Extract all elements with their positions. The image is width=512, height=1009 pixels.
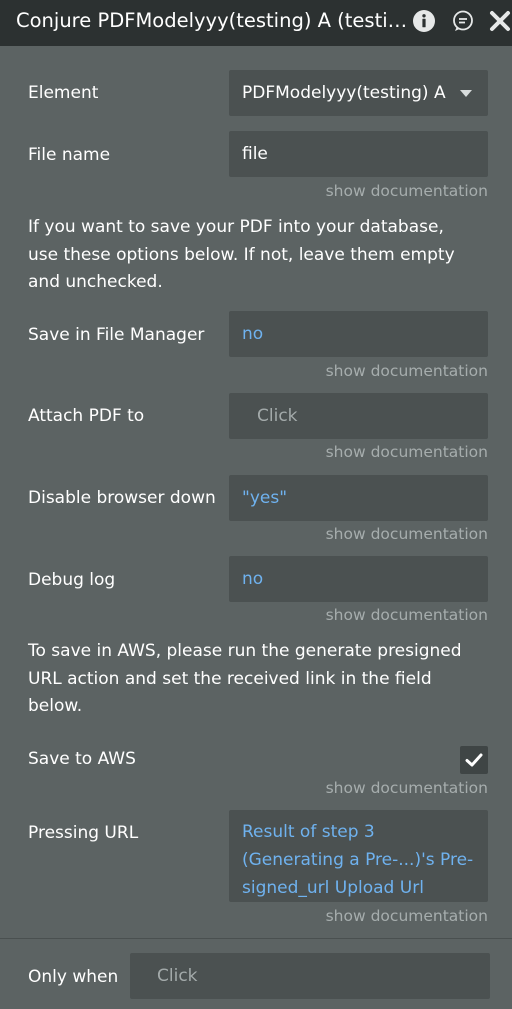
attach-pdf-to-label: Attach PDF to (28, 406, 145, 426)
panel-title: Conjure PDFModelyyy(testing) A (testing) (16, 9, 408, 32)
save-in-file-manager-value: no (242, 324, 264, 344)
element-dropdown-value: PDFModelyyy(testing) A (242, 83, 446, 103)
disable-browser-down-value: "yes" (242, 488, 288, 508)
save-in-file-manager-input[interactable]: no (229, 311, 488, 357)
save-in-file-manager-show-documentation[interactable]: show documentation (326, 361, 488, 381)
attach-pdf-to-show-documentation[interactable]: show documentation (326, 442, 488, 462)
debug-log-input[interactable]: no (229, 556, 488, 602)
pressing-url-label: Pressing URL (28, 823, 139, 843)
debug-log-label: Debug log (28, 570, 116, 590)
info-icon[interactable] (412, 9, 436, 33)
file-name-input[interactable]: file (229, 131, 488, 177)
pressing-url-show-documentation[interactable]: show documentation (326, 906, 488, 926)
comment-icon[interactable] (451, 9, 475, 33)
debug-log-value: no (242, 569, 264, 589)
disable-browser-down-label: Disable browser down (28, 488, 216, 508)
save-to-aws-show-documentation[interactable]: show documentation (326, 778, 488, 798)
element-dropdown[interactable]: PDFModelyyy(testing) A (229, 70, 488, 116)
save-to-aws-label: Save to AWS (28, 749, 136, 769)
title-bar: Conjure PDFModelyyy(testing) A (testing) (0, 0, 512, 46)
attach-pdf-to-input[interactable]: Click (229, 393, 488, 439)
pressing-url-value: Result of step 3 (Generating a Pre-...)'… (242, 822, 474, 898)
file-name-value: file (242, 144, 268, 164)
debug-log-show-documentation[interactable]: show documentation (326, 605, 488, 625)
file-name-label: File name (28, 145, 111, 165)
element-label: Element (28, 83, 99, 103)
only-when-input[interactable]: Click (130, 953, 490, 999)
only-when-placeholder: Click (157, 966, 198, 986)
file-name-show-documentation[interactable]: show documentation (326, 181, 488, 201)
attach-pdf-to-placeholder: Click (257, 406, 298, 426)
pressing-url-input[interactable]: Result of step 3 (Generating a Pre-...)'… (229, 810, 488, 902)
database-options-note: If you want to save your PDF into your d… (28, 217, 455, 292)
chevron-down-icon (460, 90, 472, 97)
aws-note: To save in AWS, please run the generate … (28, 641, 462, 716)
checkmark-icon (465, 753, 483, 767)
close-icon[interactable] (488, 9, 512, 33)
only-when-label: Only when (28, 967, 119, 987)
disable-browser-down-input[interactable]: "yes" (229, 475, 488, 521)
save-in-file-manager-label: Save in File Manager (28, 325, 205, 345)
section-divider (0, 938, 512, 939)
save-to-aws-checkbox[interactable] (460, 746, 488, 774)
disable-browser-down-show-documentation[interactable]: show documentation (326, 524, 488, 544)
